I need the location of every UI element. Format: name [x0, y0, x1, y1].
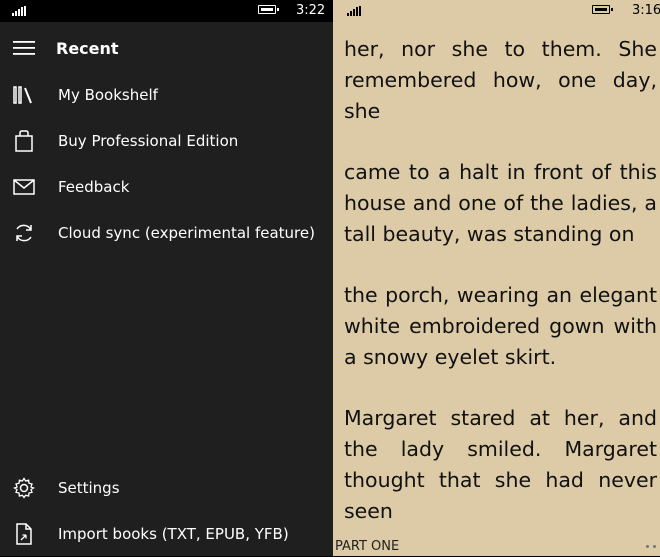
menu-item-label: Cloud sync (experimental feature) — [58, 224, 315, 242]
shopping-bag-icon — [12, 129, 36, 153]
menu-item-import-books[interactable]: Import books (TXT, EPUB, YFB) — [0, 512, 333, 556]
left-screen: 3:22 Recent My Bookshelf Buy Professiona… — [0, 0, 333, 556]
menu-item-label: Import books (TXT, EPUB, YFB) — [58, 525, 289, 543]
bookshelf-icon — [12, 83, 36, 107]
menu-item-label: Settings — [58, 479, 120, 497]
menu-item-label: Buy Professional Edition — [58, 132, 239, 150]
battery-icon — [258, 5, 279, 14]
gear-icon — [12, 476, 36, 500]
chapter-footer: PART ONE — [335, 539, 400, 554]
book-paragraph: Margaret stared at her, and the lady smi… — [344, 406, 657, 523]
menu-item-label: My Bookshelf — [58, 86, 158, 104]
book-paragraph: came to a halt in front of this house an… — [344, 160, 657, 246]
battery-icon — [592, 5, 613, 14]
menu-item-buy-professional[interactable]: Buy Professional Edition — [0, 119, 333, 163]
menu-item-my-bookshelf[interactable]: My Bookshelf — [0, 73, 333, 117]
book-paragraph: the porch, wearing an elegant white embr… — [344, 283, 657, 369]
status-time: 3:16 — [632, 3, 660, 18]
menu-item-label: Feedback — [58, 178, 130, 196]
book-page-text[interactable]: her, nor she to them. She remembered how… — [344, 34, 657, 557]
status-time: 3:22 — [296, 3, 326, 18]
menu-item-cloud-sync[interactable]: Cloud sync (experimental feature) — [0, 211, 333, 255]
status-bar: 3:16 — [333, 0, 660, 22]
sync-icon — [12, 221, 36, 245]
more-dots-icon[interactable] — [646, 545, 656, 548]
menu-header[interactable]: Recent — [0, 26, 333, 70]
book-paragraph: her, nor she to them. She remembered how… — [344, 37, 657, 123]
reader-screen[interactable]: 3:16 her, nor she to them. She remembere… — [333, 0, 660, 556]
menu-item-settings[interactable]: Settings — [0, 466, 333, 510]
hamburger-icon[interactable] — [12, 36, 36, 60]
status-bar: 3:22 — [0, 0, 333, 22]
signal-icon — [12, 6, 26, 16]
navigation-drawer: Recent My Bookshelf Buy Professional Edi… — [0, 22, 333, 556]
mail-icon — [12, 175, 36, 199]
signal-icon — [347, 6, 361, 16]
import-file-icon — [12, 522, 36, 546]
menu-header-title: Recent — [56, 38, 119, 58]
menu-item-feedback[interactable]: Feedback — [0, 165, 333, 209]
